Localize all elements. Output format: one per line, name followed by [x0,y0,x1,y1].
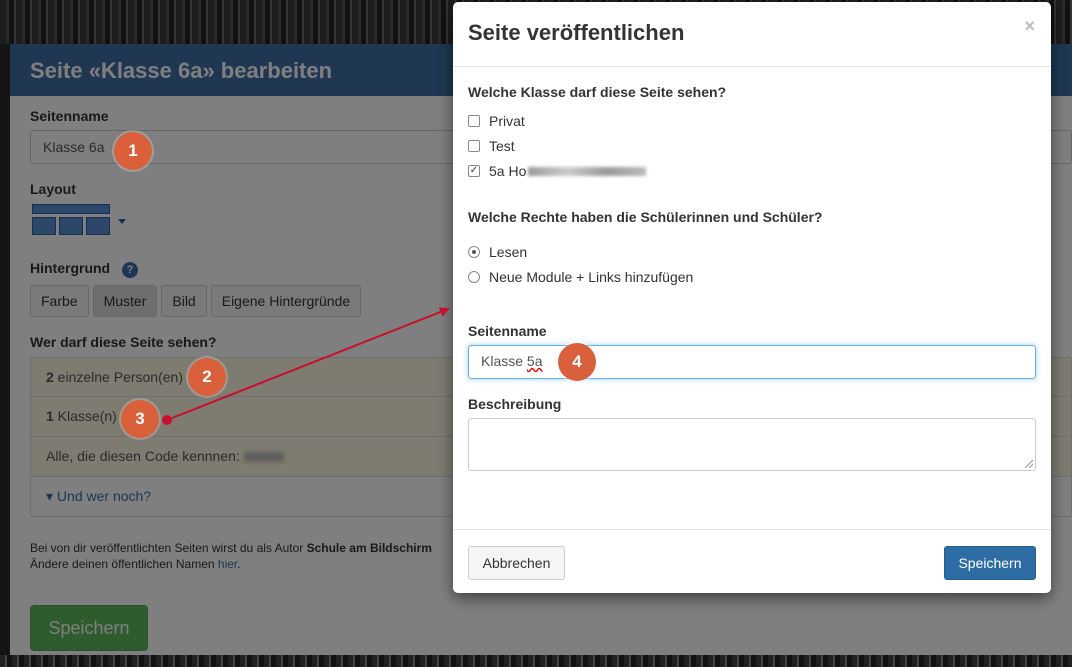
annotation-arrow [162,307,450,425]
